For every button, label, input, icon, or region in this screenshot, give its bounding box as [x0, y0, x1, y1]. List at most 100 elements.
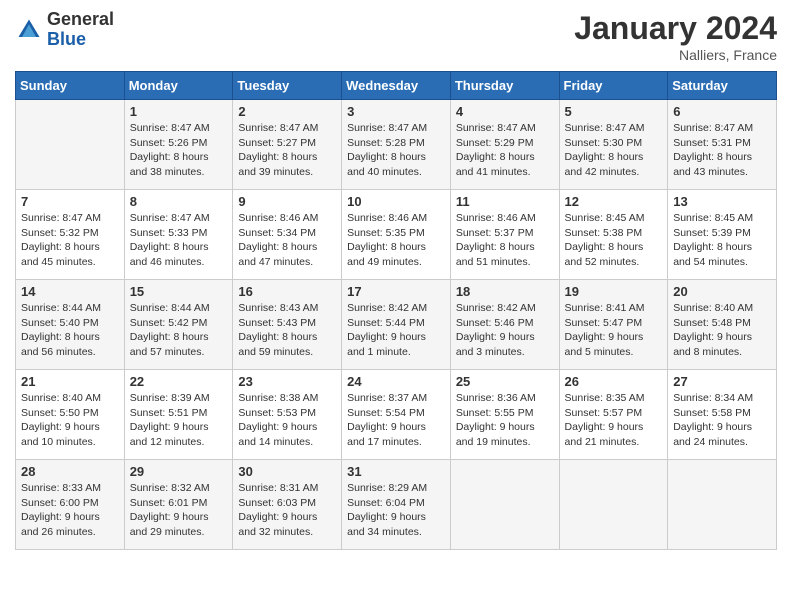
- day-cell: 9 Sunrise: 8:46 AM Sunset: 5:34 PM Daylig…: [233, 190, 342, 280]
- day-cell: 13 Sunrise: 8:45 AM Sunset: 5:39 PM Dayli…: [668, 190, 777, 280]
- day-info: Sunrise: 8:43 AM Sunset: 5:43 PM Dayligh…: [238, 301, 336, 360]
- day-cell: 25Sunrise: 8:36 AM Sunset: 5:55 PM Dayli…: [450, 370, 559, 460]
- day-number: 2: [238, 104, 336, 119]
- month-title: January 2024: [574, 10, 777, 47]
- logo-icon: [15, 16, 43, 44]
- day-info: Sunrise: 8:31 AM Sunset: 6:03 PM Dayligh…: [238, 481, 336, 540]
- day-number: 29: [130, 464, 228, 479]
- day-number: 28: [21, 464, 119, 479]
- day-info: Sunrise: 8:36 AM Sunset: 5:55 PM Dayligh…: [456, 391, 554, 450]
- title-area: January 2024 Nalliers, France: [574, 10, 777, 63]
- week-row-2: 7 Sunrise: 8:47 AM Sunset: 5:32 PM Daylig…: [16, 190, 777, 280]
- day-info: Sunrise: 8:47 AM Sunset: 5:33 PM Dayligh…: [130, 211, 228, 270]
- day-number: 24: [347, 374, 445, 389]
- day-info: Sunrise: 8:44 AM Sunset: 5:40 PM Dayligh…: [21, 301, 119, 360]
- day-number: 3: [347, 104, 445, 119]
- day-cell: 7 Sunrise: 8:47 AM Sunset: 5:32 PM Daylig…: [16, 190, 125, 280]
- day-info: Sunrise: 8:33 AM Sunset: 6:00 PM Dayligh…: [21, 481, 119, 540]
- day-number: 9: [238, 194, 336, 209]
- location: Nalliers, France: [574, 47, 777, 63]
- day-info: Sunrise: 8:47 AM Sunset: 5:28 PM Dayligh…: [347, 121, 445, 180]
- day-cell: 20Sunrise: 8:40 AM Sunset: 5:48 PM Dayli…: [668, 280, 777, 370]
- day-cell: 17Sunrise: 8:42 AM Sunset: 5:44 PM Dayli…: [342, 280, 451, 370]
- day-number: 19: [565, 284, 663, 299]
- day-cell: 3 Sunrise: 8:47 AM Sunset: 5:28 PM Daylig…: [342, 100, 451, 190]
- day-number: 12: [565, 194, 663, 209]
- day-cell: 18Sunrise: 8:42 AM Sunset: 5:46 PM Dayli…: [450, 280, 559, 370]
- col-header-saturday: Saturday: [668, 72, 777, 100]
- logo-blue: Blue: [47, 30, 114, 50]
- day-number: 20: [673, 284, 771, 299]
- day-number: 15: [130, 284, 228, 299]
- day-info: Sunrise: 8:45 AM Sunset: 5:39 PM Dayligh…: [673, 211, 771, 270]
- day-info: Sunrise: 8:47 AM Sunset: 5:29 PM Dayligh…: [456, 121, 554, 180]
- day-info: Sunrise: 8:46 AM Sunset: 5:37 PM Dayligh…: [456, 211, 554, 270]
- day-info: Sunrise: 8:39 AM Sunset: 5:51 PM Dayligh…: [130, 391, 228, 450]
- day-number: 14: [21, 284, 119, 299]
- day-cell: 23 Sunrise: 8:38 AM Sunset: 5:53 PM Dayli…: [233, 370, 342, 460]
- logo-text: General Blue: [47, 10, 114, 50]
- day-cell: 27 Sunrise: 8:34 AM Sunset: 5:58 PM Dayli…: [668, 370, 777, 460]
- logo: General Blue: [15, 10, 114, 50]
- day-number: 5: [565, 104, 663, 119]
- day-number: 13: [673, 194, 771, 209]
- day-info: Sunrise: 8:47 AM Sunset: 5:27 PM Dayligh…: [238, 121, 336, 180]
- day-number: 11: [456, 194, 554, 209]
- day-info: Sunrise: 8:47 AM Sunset: 5:30 PM Dayligh…: [565, 121, 663, 180]
- day-number: 10: [347, 194, 445, 209]
- day-cell: 31 Sunrise: 8:29 AM Sunset: 6:04 PM Dayli…: [342, 460, 451, 550]
- day-info: Sunrise: 8:38 AM Sunset: 5:53 PM Dayligh…: [238, 391, 336, 450]
- day-cell: 21Sunrise: 8:40 AM Sunset: 5:50 PM Dayli…: [16, 370, 125, 460]
- day-info: Sunrise: 8:46 AM Sunset: 5:34 PM Dayligh…: [238, 211, 336, 270]
- day-cell: 22 Sunrise: 8:39 AM Sunset: 5:51 PM Dayli…: [124, 370, 233, 460]
- day-number: 16: [238, 284, 336, 299]
- day-cell: 26Sunrise: 8:35 AM Sunset: 5:57 PM Dayli…: [559, 370, 668, 460]
- col-header-friday: Friday: [559, 72, 668, 100]
- day-cell: 12Sunrise: 8:45 AM Sunset: 5:38 PM Dayli…: [559, 190, 668, 280]
- day-cell: [450, 460, 559, 550]
- day-cell: 11 Sunrise: 8:46 AM Sunset: 5:37 PM Dayli…: [450, 190, 559, 280]
- day-cell: 10 Sunrise: 8:46 AM Sunset: 5:35 PM Dayli…: [342, 190, 451, 280]
- day-info: Sunrise: 8:42 AM Sunset: 5:46 PM Dayligh…: [456, 301, 554, 360]
- day-cell: 4 Sunrise: 8:47 AM Sunset: 5:29 PM Daylig…: [450, 100, 559, 190]
- day-cell: 24 Sunrise: 8:37 AM Sunset: 5:54 PM Dayli…: [342, 370, 451, 460]
- col-header-tuesday: Tuesday: [233, 72, 342, 100]
- day-number: 22: [130, 374, 228, 389]
- day-number: 27: [673, 374, 771, 389]
- day-info: Sunrise: 8:34 AM Sunset: 5:58 PM Dayligh…: [673, 391, 771, 450]
- day-info: Sunrise: 8:42 AM Sunset: 5:44 PM Dayligh…: [347, 301, 445, 360]
- day-cell: 29 Sunrise: 8:32 AM Sunset: 6:01 PM Dayli…: [124, 460, 233, 550]
- day-info: Sunrise: 8:37 AM Sunset: 5:54 PM Dayligh…: [347, 391, 445, 450]
- day-info: Sunrise: 8:41 AM Sunset: 5:47 PM Dayligh…: [565, 301, 663, 360]
- day-info: Sunrise: 8:46 AM Sunset: 5:35 PM Dayligh…: [347, 211, 445, 270]
- day-info: Sunrise: 8:47 AM Sunset: 5:32 PM Dayligh…: [21, 211, 119, 270]
- day-info: Sunrise: 8:35 AM Sunset: 5:57 PM Dayligh…: [565, 391, 663, 450]
- week-row-1: 1 Sunrise: 8:47 AM Sunset: 5:26 PM Daylig…: [16, 100, 777, 190]
- day-number: 23: [238, 374, 336, 389]
- day-info: Sunrise: 8:32 AM Sunset: 6:01 PM Dayligh…: [130, 481, 228, 540]
- col-header-thursday: Thursday: [450, 72, 559, 100]
- day-cell: 6Sunrise: 8:47 AM Sunset: 5:31 PM Daylig…: [668, 100, 777, 190]
- day-cell: 19 Sunrise: 8:41 AM Sunset: 5:47 PM Dayli…: [559, 280, 668, 370]
- day-number: 4: [456, 104, 554, 119]
- day-number: 31: [347, 464, 445, 479]
- col-header-monday: Monday: [124, 72, 233, 100]
- day-cell: [559, 460, 668, 550]
- day-cell: [668, 460, 777, 550]
- calendar-table: SundayMondayTuesdayWednesdayThursdayFrid…: [15, 71, 777, 550]
- day-cell: 5 Sunrise: 8:47 AM Sunset: 5:30 PM Daylig…: [559, 100, 668, 190]
- col-header-sunday: Sunday: [16, 72, 125, 100]
- day-cell: 16 Sunrise: 8:43 AM Sunset: 5:43 PM Dayli…: [233, 280, 342, 370]
- day-info: Sunrise: 8:29 AM Sunset: 6:04 PM Dayligh…: [347, 481, 445, 540]
- day-cell: 30 Sunrise: 8:31 AM Sunset: 6:03 PM Dayli…: [233, 460, 342, 550]
- day-cell: 28 Sunrise: 8:33 AM Sunset: 6:00 PM Dayli…: [16, 460, 125, 550]
- day-number: 30: [238, 464, 336, 479]
- day-number: 1: [130, 104, 228, 119]
- day-cell: 14 Sunrise: 8:44 AM Sunset: 5:40 PM Dayli…: [16, 280, 125, 370]
- day-number: 7: [21, 194, 119, 209]
- day-number: 8: [130, 194, 228, 209]
- day-info: Sunrise: 8:40 AM Sunset: 5:50 PM Dayligh…: [21, 391, 119, 450]
- header-row: SundayMondayTuesdayWednesdayThursdayFrid…: [16, 72, 777, 100]
- day-info: Sunrise: 8:47 AM Sunset: 5:26 PM Dayligh…: [130, 121, 228, 180]
- day-number: 6: [673, 104, 771, 119]
